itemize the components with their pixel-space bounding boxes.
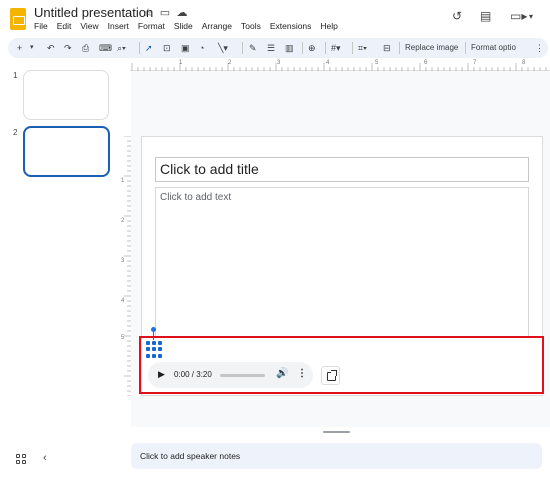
menu-edit[interactable]: Edit	[57, 21, 72, 31]
horizontal-ruler[interactable]: 1 2 3 4 5 6 7 8	[130, 60, 550, 71]
vertical-ruler[interactable]: 1 2 3 4 5	[120, 136, 131, 396]
ruler-label: 4	[121, 298, 125, 304]
notes-resize-handle[interactable]	[323, 431, 350, 433]
image-icon[interactable]: ▣	[181, 41, 190, 55]
folder-move-icon[interactable]: ▭	[158, 6, 172, 19]
ruler-label: 2	[228, 60, 232, 66]
ruler-label: 1	[121, 178, 125, 184]
ruler-label: 8	[522, 60, 526, 66]
undo-icon[interactable]: ↶	[47, 41, 55, 55]
audio-highlight-frame	[139, 336, 544, 394]
table-icon[interactable]: ▥	[285, 41, 294, 55]
menu-format[interactable]: Format	[138, 21, 165, 31]
grid-icon[interactable]: #▾	[331, 41, 341, 55]
slide-thumbnail-2[interactable]	[23, 126, 110, 177]
ruler-label: 3	[277, 60, 281, 66]
ruler-label: 5	[375, 60, 379, 66]
ruler-label: 3	[121, 258, 125, 264]
add-dropdown-icon[interactable]: ▾	[30, 41, 34, 55]
replace-image-button[interactable]: Replace image	[405, 41, 458, 55]
video-call-icon[interactable]: ▭▸	[510, 9, 527, 23]
chevron-down-icon[interactable]: ▾	[529, 12, 533, 21]
text-box-icon[interactable]: ⊡	[163, 41, 171, 55]
add-icon[interactable]: +	[17, 41, 22, 55]
ruler-label: 6	[424, 60, 428, 66]
align-icon[interactable]: ☰	[267, 41, 275, 55]
menu-extensions[interactable]: Extensions	[270, 21, 312, 31]
rotate-handle[interactable]	[151, 327, 156, 332]
document-title[interactable]: Untitled presentation	[34, 5, 153, 20]
speaker-notes[interactable]: Click to add speaker notes	[131, 443, 542, 469]
pen-icon[interactable]: ✎	[249, 41, 257, 55]
history-icon[interactable]: ↺	[452, 9, 462, 23]
menu-insert[interactable]: Insert	[108, 21, 129, 31]
shape-icon[interactable]: ◔	[199, 41, 204, 55]
menu-slide[interactable]: Slide	[174, 21, 193, 31]
slides-logo-icon[interactable]	[10, 8, 26, 30]
menu-bar: File Edit View Insert Format Slide Arran…	[34, 21, 338, 31]
select-icon[interactable]: ➚	[145, 41, 153, 55]
cloud-status-icon[interactable]: ☁	[175, 6, 189, 19]
collapse-filmstrip-icon[interactable]: ‹	[43, 452, 47, 464]
ruler-label: 7	[473, 60, 477, 66]
slide-thumbnail-1[interactable]	[23, 70, 109, 120]
paint-format-icon[interactable]: ⌨	[99, 41, 112, 55]
grid-view-icon[interactable]	[16, 454, 26, 464]
body-placeholder[interactable]: Click to add text	[155, 187, 529, 337]
line-icon[interactable]: ╲▾	[218, 41, 228, 55]
redo-icon[interactable]: ↷	[64, 41, 72, 55]
menu-tools[interactable]: Tools	[241, 21, 261, 31]
reset-image-icon[interactable]: ⊟	[383, 41, 391, 55]
star-icon[interactable]: ☆	[141, 6, 155, 19]
ruler-label: 2	[121, 218, 125, 224]
ruler-label: 5	[121, 335, 125, 341]
zoom-icon[interactable]: ⌕▾	[117, 41, 126, 55]
print-icon[interactable]: ⎙	[82, 41, 89, 55]
ruler-label: 1	[179, 60, 183, 66]
slide-number-2: 2	[13, 128, 18, 137]
ruler-label: 4	[326, 60, 330, 66]
slide-number-1: 1	[13, 71, 18, 80]
more-toolbar-icon[interactable]: ⋮	[535, 41, 544, 55]
menu-help[interactable]: Help	[320, 21, 337, 31]
comments-icon[interactable]: ▤	[480, 9, 491, 23]
format-options-button[interactable]: Format optio	[471, 41, 516, 55]
menu-view[interactable]: View	[80, 21, 98, 31]
comment-icon[interactable]: ⊕	[308, 41, 316, 55]
title-placeholder[interactable]: Click to add title	[155, 157, 529, 182]
crop-icon[interactable]: ⌗▾	[358, 41, 367, 55]
menu-file[interactable]: File	[34, 21, 48, 31]
menu-arrange[interactable]: Arrange	[202, 21, 232, 31]
